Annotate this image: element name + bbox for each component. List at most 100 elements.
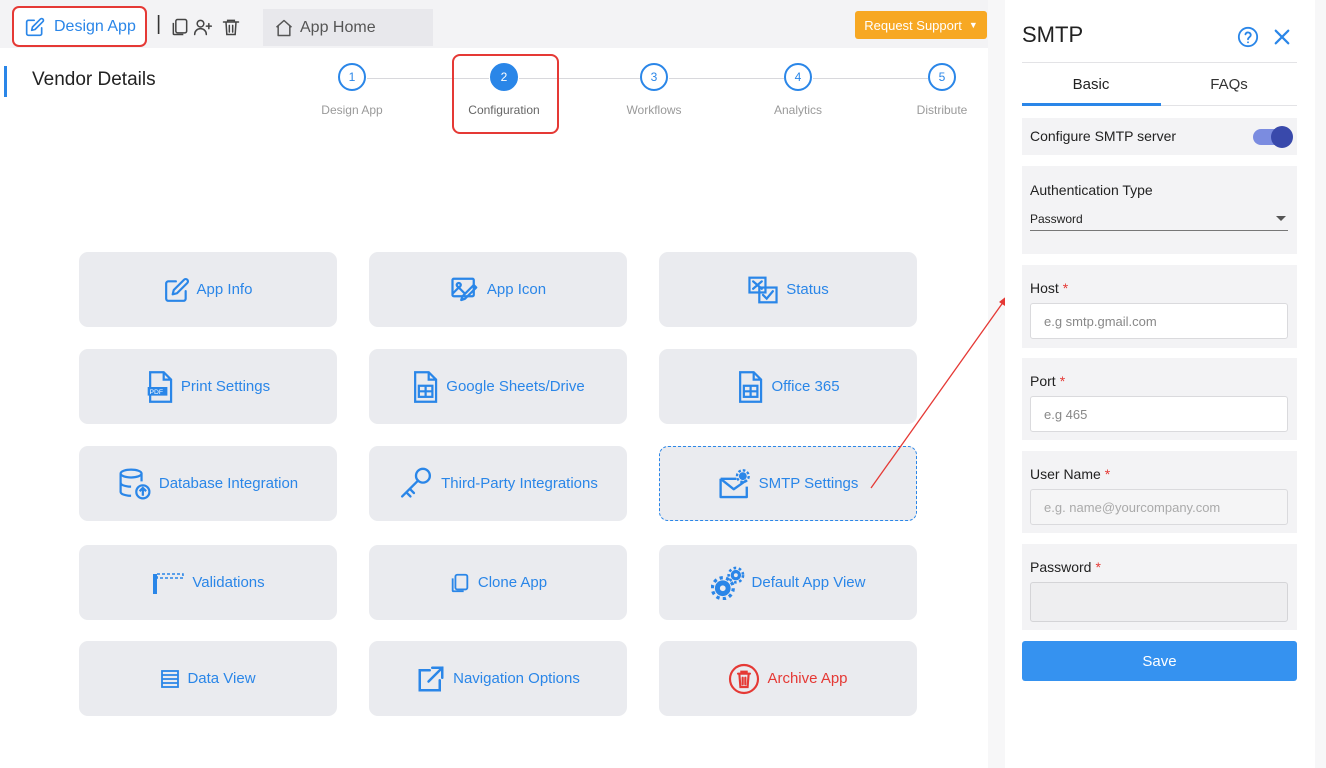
tile-smtp-settings[interactable]: SMTP Settings xyxy=(659,446,917,521)
page-title: Vendor Details xyxy=(32,69,156,90)
tile-label: Navigation Options xyxy=(453,670,580,687)
panel-title: SMTP xyxy=(1022,22,1084,47)
host-label: Host * xyxy=(1030,280,1069,296)
tab-basic[interactable]: Basic xyxy=(1022,63,1160,105)
copy-icon[interactable] xyxy=(170,17,190,37)
step-number: 5 xyxy=(928,63,956,91)
title-accent-bar xyxy=(4,66,7,97)
step-analytics[interactable]: 4 Analytics xyxy=(743,63,853,117)
tile-database-integration[interactable]: Database Integration xyxy=(79,446,337,521)
status-icon xyxy=(748,276,778,303)
archive-icon xyxy=(729,663,760,694)
auth-type-label: Authentication Type xyxy=(1030,182,1153,198)
step-label: Distribute xyxy=(916,103,968,117)
tile-label: Default App View xyxy=(751,574,866,591)
configure-smtp-toggle[interactable] xyxy=(1253,126,1293,148)
tile-google-sheets[interactable]: Google Sheets/Drive xyxy=(369,349,627,424)
host-card: Host * xyxy=(1022,265,1297,348)
tile-office-365[interactable]: Office 365 xyxy=(659,349,917,424)
add-user-icon[interactable] xyxy=(193,17,213,37)
tile-navigation-options[interactable]: Navigation Options xyxy=(369,641,627,716)
top-toolbar: Design App | App Home Request Support ▼ xyxy=(0,0,988,48)
copy-icon xyxy=(451,573,469,592)
help-icon[interactable] xyxy=(1237,26,1259,48)
close-icon[interactable] xyxy=(1273,28,1291,46)
step-distribute[interactable]: 5 Distribute xyxy=(887,63,997,117)
barrier-icon xyxy=(153,572,185,594)
dropdown-arrow-icon xyxy=(1276,216,1286,221)
tile-validations[interactable]: Validations xyxy=(79,545,337,620)
auth-type-select[interactable]: Password xyxy=(1030,207,1288,231)
design-app-button[interactable]: Design App xyxy=(12,6,147,47)
required-mark: * xyxy=(1095,559,1101,575)
username-label: User Name * xyxy=(1030,466,1111,482)
tab-label: Basic xyxy=(1072,75,1110,93)
tile-app-icon[interactable]: App Icon xyxy=(369,252,627,327)
tab-label: FAQs xyxy=(1210,75,1248,93)
tile-label: Data View xyxy=(187,670,256,687)
required-mark: * xyxy=(1059,373,1066,389)
svg-text:PDF: PDF xyxy=(149,389,162,396)
required-mark: * xyxy=(1062,280,1069,296)
auth-type-card: Authentication Type Password xyxy=(1022,166,1297,254)
tile-third-party-integrations[interactable]: Third-Party Integrations xyxy=(369,446,627,521)
step-workflows[interactable]: 3 Workflows xyxy=(599,63,709,117)
image-edit-icon xyxy=(451,277,478,301)
sheet-icon xyxy=(739,370,763,403)
username-input[interactable] xyxy=(1030,489,1288,525)
port-card: Port * xyxy=(1022,358,1297,440)
password-input[interactable] xyxy=(1030,582,1288,622)
auth-type-value: Password xyxy=(1030,211,1083,226)
tile-archive-app[interactable]: Archive App xyxy=(659,641,917,716)
step-highlight-box xyxy=(452,54,559,134)
tile-app-info[interactable]: App Info xyxy=(79,252,337,327)
tile-clone-app[interactable]: Clone App xyxy=(369,545,627,620)
save-button[interactable]: Save xyxy=(1022,641,1297,681)
edit-icon xyxy=(25,17,45,36)
home-icon xyxy=(276,19,292,36)
step-number: 4 xyxy=(784,63,812,91)
tile-label: App Icon xyxy=(486,281,547,298)
tile-label: Print Settings xyxy=(180,378,271,395)
app-home-label: App Home xyxy=(300,18,376,36)
configure-smtp-row: Configure SMTP server xyxy=(1022,118,1297,155)
step-design-app[interactable]: 1 Design App xyxy=(297,63,407,117)
request-support-button[interactable]: Request Support ▼ xyxy=(855,11,987,39)
list-icon xyxy=(161,669,180,688)
port-label: Port * xyxy=(1030,373,1066,389)
tile-default-app-view[interactable]: Default App View xyxy=(659,545,917,620)
smtp-panel: SMTP Basic FAQs Configure SMTP server Au… xyxy=(1005,0,1315,768)
key-icon xyxy=(401,467,432,498)
design-app-label: Design App xyxy=(54,17,136,35)
tile-label: SMTP Settings xyxy=(758,475,859,492)
edit-icon xyxy=(164,277,189,302)
gears-icon xyxy=(710,566,744,600)
tile-data-view[interactable]: Data View xyxy=(79,641,337,716)
tile-label: Status xyxy=(786,281,829,298)
mail-gear-icon xyxy=(719,468,750,498)
host-input[interactable] xyxy=(1030,303,1288,339)
required-mark: * xyxy=(1104,466,1111,482)
tile-print-settings[interactable]: PDF Print Settings xyxy=(79,349,337,424)
database-icon xyxy=(119,468,151,499)
tile-label: Third-Party Integrations xyxy=(441,475,598,492)
configure-smtp-label: Configure SMTP server xyxy=(1030,128,1177,144)
tab-faqs[interactable]: FAQs xyxy=(1160,63,1298,105)
app-home-tab[interactable]: App Home xyxy=(263,9,433,46)
tile-label: Validations xyxy=(192,574,265,591)
sheet-icon xyxy=(414,370,438,403)
step-label: Analytics xyxy=(773,103,823,117)
username-card: User Name * xyxy=(1022,451,1297,533)
step-label: Design App xyxy=(321,103,383,117)
caret-down-icon: ▼ xyxy=(968,20,978,30)
tile-label: Clone App xyxy=(477,574,548,591)
step-label: Workflows xyxy=(626,103,682,117)
step-number: 1 xyxy=(338,63,366,91)
password-label: Password * xyxy=(1030,559,1101,575)
request-support-label: Request Support xyxy=(864,17,962,33)
tile-status[interactable]: Status xyxy=(659,252,917,327)
trash-icon[interactable] xyxy=(221,17,241,37)
tile-label: App Info xyxy=(196,281,253,298)
active-tab-indicator xyxy=(1022,103,1161,106)
port-input[interactable] xyxy=(1030,396,1288,432)
